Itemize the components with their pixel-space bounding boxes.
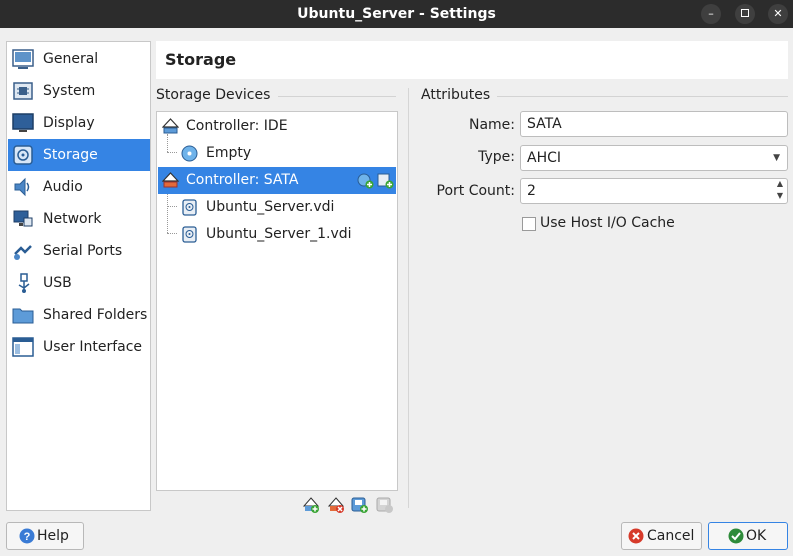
tree-item-label: Ubuntu_Server.vdi — [206, 199, 335, 215]
tree-item-disk-ubuntu-server[interactable]: Ubuntu_Server.vdi — [158, 194, 396, 221]
sidebar-item-serial-ports[interactable]: Serial Ports — [8, 235, 150, 267]
cancel-icon — [628, 528, 644, 544]
general-icon — [12, 49, 34, 69]
optical-disc-icon — [181, 145, 198, 162]
sata-controller-icon — [162, 172, 179, 188]
sidebar-item-label: Display — [43, 115, 95, 131]
name-input-value: SATA — [527, 116, 562, 132]
tree-item-label: Empty — [206, 145, 252, 161]
sidebar-item-usb[interactable]: USB — [8, 267, 150, 299]
host-io-cache-checkbox[interactable] — [522, 217, 536, 231]
tree-item-controller-sata[interactable]: Controller: SATA — [158, 167, 396, 194]
page-header: Storage — [156, 41, 788, 79]
audio-speaker-icon — [14, 177, 30, 197]
group-divider — [497, 96, 788, 97]
sidebar-item-label: Network — [43, 211, 102, 227]
hard-disk-icon — [182, 226, 197, 243]
ok-check-icon — [728, 528, 744, 544]
type-select[interactable]: AHCI ▼ — [520, 145, 788, 171]
sidebar-item-label: Storage — [43, 147, 98, 163]
serial-port-icon — [14, 245, 32, 260]
ok-button[interactable]: OK — [708, 522, 788, 550]
sidebar-item-display[interactable]: Display — [8, 107, 150, 139]
sidebar-item-network[interactable]: Network — [8, 203, 150, 235]
close-button[interactable]: ✕ — [768, 4, 788, 24]
sidebar-item-storage[interactable]: Storage — [8, 139, 150, 171]
sidebar-item-system[interactable]: System — [8, 75, 150, 107]
cancel-button[interactable]: Cancel — [621, 522, 702, 550]
tree-item-label: Controller: IDE — [186, 118, 288, 134]
tree-item-optical-empty[interactable]: Empty — [158, 140, 396, 167]
name-input[interactable]: SATA — [520, 111, 788, 137]
add-hard-disk-icon[interactable] — [377, 172, 394, 189]
port-count-value: 2 — [527, 183, 536, 199]
user-interface-icon — [12, 337, 34, 357]
tree-item-disk-ubuntu-server-1[interactable]: Ubuntu_Server_1.vdi — [158, 221, 396, 248]
minimize-icon: – — [708, 7, 714, 20]
sidebar-item-label: Shared Folders — [43, 307, 148, 323]
sidebar-item-label: Serial Ports — [43, 243, 123, 259]
sidebar-item-user-interface[interactable]: User Interface — [8, 331, 150, 363]
close-icon: ✕ — [773, 7, 783, 20]
name-label: Name: — [468, 117, 515, 133]
remove-attachment-icon[interactable] — [376, 496, 394, 514]
attributes-group-label: Attributes — [421, 87, 491, 103]
spin-down-icon[interactable]: ▼ — [777, 184, 783, 208]
type-select-value: AHCI — [527, 150, 562, 166]
host-io-cache-label: Use Host I/O Cache — [540, 215, 675, 231]
minimize-button[interactable]: – — [701, 4, 721, 24]
group-divider — [278, 96, 396, 97]
tree-item-label: Controller: SATA — [186, 172, 299, 188]
sidebar-item-shared-folders[interactable]: Shared Folders — [8, 299, 150, 331]
maximize-icon — [741, 9, 749, 17]
title-bar: Ubuntu_Server - Settings – ✕ — [0, 0, 793, 28]
hard-disk-icon — [182, 199, 197, 216]
storage-tree[interactable]: Controller: IDE Empty Controller: SATA U… — [156, 111, 398, 491]
display-monitor-icon — [12, 113, 34, 132]
settings-sidebar: General System Display Storage Audio Net… — [6, 41, 151, 511]
tree-item-controller-ide[interactable]: Controller: IDE — [158, 113, 396, 140]
network-icon — [13, 210, 33, 227]
storage-devices-group-label: Storage Devices — [156, 87, 271, 103]
help-icon: ? — [19, 528, 35, 544]
page-title: Storage — [165, 50, 237, 69]
help-button-label: Help — [37, 528, 69, 544]
sidebar-item-general[interactable]: General — [8, 43, 150, 75]
remove-controller-icon[interactable] — [327, 496, 345, 514]
ok-button-label: OK — [746, 528, 767, 544]
ide-controller-icon — [162, 118, 179, 134]
window-title: Ubuntu_Server - Settings — [297, 6, 496, 22]
sidebar-item-label: General — [43, 51, 99, 67]
maximize-button[interactable] — [735, 4, 755, 24]
svg-text:?: ? — [24, 531, 31, 543]
add-attachment-icon[interactable] — [351, 496, 369, 514]
sidebar-item-label: Audio — [43, 179, 83, 195]
sidebar-item-label: System — [43, 83, 96, 99]
help-button[interactable]: ? Help — [6, 522, 84, 550]
add-optical-drive-icon[interactable] — [357, 172, 374, 189]
cancel-button-label: Cancel — [647, 528, 695, 544]
type-label: Type: — [478, 149, 515, 165]
sidebar-item-label: USB — [43, 275, 72, 291]
system-chip-icon — [13, 82, 33, 100]
sidebar-item-audio[interactable]: Audio — [8, 171, 150, 203]
usb-icon — [18, 273, 30, 293]
tree-item-label: Ubuntu_Server_1.vdi — [206, 226, 352, 242]
sidebar-item-label: User Interface — [43, 339, 143, 355]
pane-divider — [408, 88, 409, 508]
shared-folder-icon — [12, 308, 34, 324]
add-controller-icon[interactable] — [302, 496, 320, 514]
chevron-down-icon: ▼ — [773, 153, 780, 163]
port-count-spinbox[interactable]: 2 ▲ ▼ — [520, 178, 788, 204]
storage-disk-icon — [13, 145, 33, 165]
port-count-label: Port Count: — [436, 183, 516, 199]
